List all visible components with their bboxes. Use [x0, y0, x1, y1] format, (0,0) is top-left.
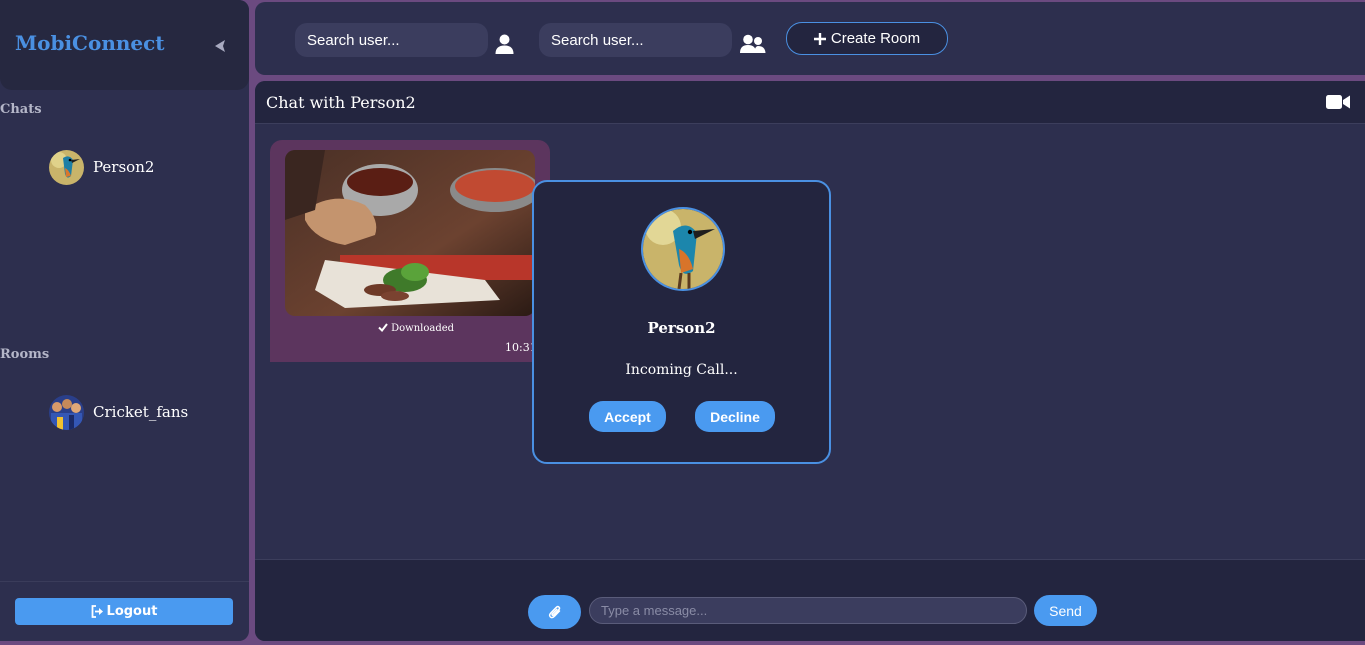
- caller-name: Person2: [647, 319, 716, 337]
- download-status: Downloaded: [270, 323, 562, 334]
- paperclip-icon: [548, 605, 560, 619]
- sidebar-header: MobiConnect: [0, 0, 249, 90]
- chat-item-person2[interactable]: Person2: [49, 149, 154, 185]
- accept-call-button[interactable]: Accept: [589, 401, 666, 432]
- create-room-button[interactable]: Create Room: [786, 22, 948, 55]
- avatar: [49, 394, 84, 430]
- top-bar: Create Room: [255, 2, 1365, 75]
- attach-button[interactable]: [528, 595, 581, 629]
- sign-out-icon: [91, 605, 103, 618]
- app-brand: MobiConnect: [15, 31, 165, 55]
- search-group-input[interactable]: [539, 23, 732, 57]
- chat-header: Chat with Person2: [255, 81, 1365, 124]
- download-status-label: Downloaded: [391, 323, 455, 334]
- call-status: Incoming Call...: [625, 362, 738, 378]
- user-icon[interactable]: [495, 34, 514, 54]
- sidebar-divider: [0, 581, 249, 582]
- message-composer: Send: [255, 559, 1365, 641]
- caller-avatar: [641, 207, 725, 291]
- avatar: [49, 149, 84, 185]
- incoming-call-modal: Person2 Incoming Call... Accept Decline: [532, 180, 831, 464]
- message-image[interactable]: [285, 150, 535, 316]
- message-bubble: Downloaded 10:31 PM: [270, 140, 559, 362]
- create-room-label: Create Room: [830, 30, 921, 47]
- message-input[interactable]: [589, 597, 1027, 624]
- search-user-input[interactable]: [295, 23, 488, 57]
- rooms-section-label: Rooms: [0, 347, 50, 362]
- chats-section-label: Chats: [0, 102, 42, 117]
- send-button[interactable]: Send: [1034, 595, 1097, 626]
- room-item-cricket-fans[interactable]: Cricket_fans: [49, 394, 188, 430]
- video-camera-icon[interactable]: [1326, 94, 1350, 110]
- room-item-label: Cricket_fans: [93, 403, 189, 421]
- plus-icon: [813, 32, 826, 45]
- chat-title: Chat with Person2: [266, 93, 416, 112]
- logout-label: Logout: [106, 604, 158, 619]
- chat-item-label: Person2: [93, 158, 155, 176]
- chevron-left-icon[interactable]: [212, 38, 228, 54]
- users-icon[interactable]: [740, 34, 766, 54]
- decline-call-button[interactable]: Decline: [695, 401, 775, 432]
- logout-button[interactable]: Logout: [15, 598, 233, 625]
- sidebar: MobiConnect Chats Person2 Rooms Cricket_…: [0, 0, 249, 641]
- check-icon: [378, 323, 388, 333]
